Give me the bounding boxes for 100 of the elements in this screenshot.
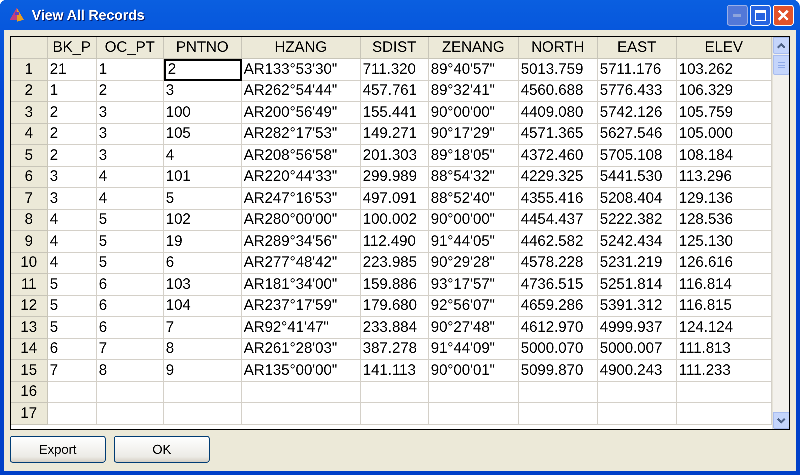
table-cell[interactable]: 5 <box>48 317 97 338</box>
table-cell[interactable]: AR220°44'33" <box>242 166 361 188</box>
table-cell[interactable]: 101 <box>164 166 242 188</box>
column-header[interactable]: ELEV <box>677 37 772 59</box>
table-cell[interactable]: 19 <box>164 231 242 252</box>
table-cell[interactable]: 299.989 <box>361 166 429 188</box>
table-cell[interactable]: 5 <box>97 210 164 231</box>
table-cell[interactable]: 387.278 <box>361 338 429 360</box>
table-cell[interactable]: 4 <box>48 210 97 231</box>
table-cell[interactable]: AR135°00'00" <box>242 360 361 382</box>
table-cell[interactable]: 7 <box>48 360 97 382</box>
table-cell[interactable]: 4462.582 <box>519 231 598 252</box>
column-header[interactable]: EAST <box>598 37 677 59</box>
table-cell[interactable]: 149.271 <box>361 124 429 145</box>
row-header[interactable]: 1 <box>11 59 48 80</box>
table-cell[interactable]: 4571.365 <box>519 124 598 145</box>
empty-cell[interactable] <box>164 403 242 424</box>
table-cell[interactable]: 159.886 <box>361 274 429 296</box>
column-header[interactable]: SDIST <box>361 37 429 59</box>
empty-cell[interactable] <box>598 382 677 403</box>
table-cell[interactable]: AR247°16'53" <box>242 188 361 210</box>
table-cell[interactable]: 100.002 <box>361 210 429 231</box>
table-cell[interactable]: 103 <box>164 274 242 296</box>
table-cell[interactable]: 90°17'29" <box>429 124 519 145</box>
scroll-thumb[interactable] <box>773 55 789 75</box>
table-cell[interactable]: 3 <box>97 145 164 166</box>
table-cell[interactable]: 4736.515 <box>519 274 598 296</box>
row-header[interactable]: 12 <box>11 296 48 317</box>
table-cell[interactable]: 90°29'28" <box>429 252 519 274</box>
table-cell[interactable]: AR282°17'53" <box>242 124 361 145</box>
table-cell[interactable]: 4612.970 <box>519 317 598 338</box>
scroll-up-icon[interactable] <box>773 37 789 54</box>
table-cell[interactable]: 100 <box>164 102 242 124</box>
column-header[interactable]: OC_PT <box>97 37 164 59</box>
table-cell[interactable]: 1 <box>97 59 164 80</box>
table-cell[interactable]: 91°44'09" <box>429 338 519 360</box>
table-cell[interactable]: 233.884 <box>361 317 429 338</box>
empty-cell[interactable] <box>361 382 429 403</box>
table-cell[interactable]: 179.680 <box>361 296 429 317</box>
table-cell[interactable]: 141.113 <box>361 360 429 382</box>
row-header[interactable]: 3 <box>11 102 48 124</box>
table-cell[interactable]: 4578.228 <box>519 252 598 274</box>
table-cell[interactable]: AR92°41'47" <box>242 317 361 338</box>
table-cell[interactable]: 4 <box>97 166 164 188</box>
table-cell[interactable]: 5251.814 <box>598 274 677 296</box>
empty-cell[interactable] <box>519 403 598 424</box>
table-cell[interactable]: 4 <box>48 231 97 252</box>
table-cell[interactable]: AR261°28'03" <box>242 338 361 360</box>
empty-cell[interactable] <box>598 403 677 424</box>
table-cell[interactable]: 711.320 <box>361 59 429 80</box>
table-cell[interactable]: 102 <box>164 210 242 231</box>
column-header[interactable]: BK_P <box>48 37 97 59</box>
row-header[interactable]: 9 <box>11 231 48 252</box>
table-cell[interactable]: 5 <box>97 231 164 252</box>
table-cell[interactable]: 457.761 <box>361 80 429 102</box>
row-header[interactable]: 4 <box>11 124 48 145</box>
table-cell[interactable]: 90°00'00" <box>429 210 519 231</box>
column-header[interactable]: HZANG <box>242 37 361 59</box>
table-cell[interactable]: 2 <box>48 124 97 145</box>
table-cell[interactable]: 91°44'05" <box>429 231 519 252</box>
table-cell[interactable]: 6 <box>97 317 164 338</box>
table-cell[interactable]: 5627.546 <box>598 124 677 145</box>
table-cell[interactable]: 4900.243 <box>598 360 677 382</box>
table-cell[interactable]: 4355.416 <box>519 188 598 210</box>
table-cell[interactable]: 5000.070 <box>519 338 598 360</box>
table-cell[interactable]: 5776.433 <box>598 80 677 102</box>
table-cell[interactable]: 4409.080 <box>519 102 598 124</box>
table-cell[interactable]: 21 <box>48 59 97 80</box>
empty-cell[interactable] <box>242 403 361 424</box>
minimize-button[interactable] <box>727 4 748 26</box>
table-cell[interactable]: 5000.007 <box>598 338 677 360</box>
table-cell[interactable]: 5242.434 <box>598 231 677 252</box>
row-header[interactable]: 16 <box>11 382 48 403</box>
table-cell[interactable]: AR181°34'00" <box>242 274 361 296</box>
table-cell[interactable]: 5099.870 <box>519 360 598 382</box>
table-cell[interactable]: 89°32'41" <box>429 80 519 102</box>
table-cell[interactable]: 6 <box>48 338 97 360</box>
table-cell[interactable]: 3 <box>97 102 164 124</box>
table-cell[interactable]: 2 <box>164 59 242 80</box>
table-cell[interactable]: 5013.759 <box>519 59 598 80</box>
table-cell[interactable]: 112.490 <box>361 231 429 252</box>
row-header[interactable]: 6 <box>11 166 48 188</box>
table-cell[interactable]: 4229.325 <box>519 166 598 188</box>
table-cell[interactable]: 6 <box>164 252 242 274</box>
table-cell[interactable]: 105 <box>164 124 242 145</box>
table-cell[interactable]: 4454.437 <box>519 210 598 231</box>
table-cell[interactable]: 201.303 <box>361 145 429 166</box>
table-cell[interactable]: 4 <box>97 188 164 210</box>
table-cell[interactable]: 3 <box>48 166 97 188</box>
table-cell[interactable]: 4 <box>48 252 97 274</box>
table-cell[interactable]: AR237°17'59" <box>242 296 361 317</box>
table-cell[interactable]: 2 <box>97 80 164 102</box>
column-header[interactable]: NORTH <box>519 37 598 59</box>
row-header[interactable]: 11 <box>11 274 48 296</box>
table-cell[interactable]: AR133°53'30" <box>242 59 361 80</box>
row-header[interactable]: 14 <box>11 338 48 360</box>
table-cell[interactable]: AR277°48'42" <box>242 252 361 274</box>
dialog-button[interactable]: OK <box>114 436 210 463</box>
table-cell[interactable]: AR208°56'58" <box>242 145 361 166</box>
table-cell[interactable]: 6 <box>97 296 164 317</box>
